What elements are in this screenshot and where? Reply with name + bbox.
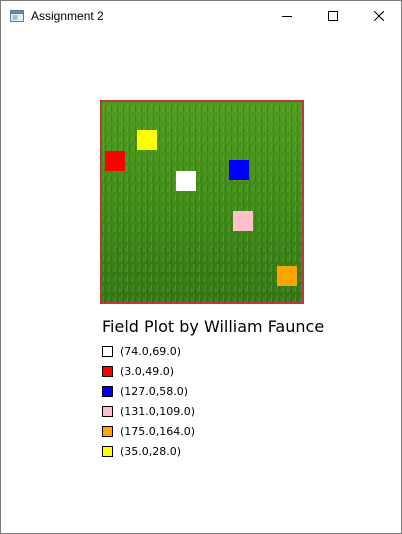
field-plot (100, 100, 304, 304)
legend-swatch (102, 365, 113, 377)
window-title: Assignment 2 (31, 9, 104, 23)
legend-item: (131.0,109.0) (102, 401, 195, 421)
maximize-button[interactable] (310, 1, 356, 31)
legend-item: (175.0,164.0) (102, 421, 195, 441)
title-bar[interactable]: Assignment 2 (1, 1, 401, 31)
plot-marker (229, 160, 249, 180)
plot-marker (105, 151, 125, 171)
legend-label: (175.0,164.0) (120, 424, 196, 438)
legend-item: (127.0,58.0) (102, 381, 195, 401)
minimize-button[interactable] (264, 1, 310, 31)
legend: (74.0,69.0) (3.0,49.0) (127.0,58.0) (131.0,… (102, 341, 195, 461)
maximize-icon (328, 11, 338, 21)
close-icon (374, 11, 384, 21)
app-window: Assignment 2 Field Plot by William Faunc… (0, 0, 402, 534)
legend-label: (3.0,49.0) (120, 364, 175, 378)
grass-field-image (102, 102, 302, 302)
legend-item: (35.0,28.0) (102, 441, 195, 461)
plot-title: Field Plot by William Faunce (102, 317, 325, 336)
legend-swatch (102, 405, 113, 417)
legend-item: (74.0,69.0) (102, 341, 195, 361)
app-window-icon (10, 10, 24, 22)
plot-marker (233, 211, 253, 231)
legend-label: (35.0,28.0) (120, 444, 182, 458)
legend-label: (74.0,69.0) (120, 344, 182, 358)
legend-swatch (102, 345, 113, 357)
minimize-icon (282, 16, 292, 17)
plot-marker (176, 171, 196, 191)
plot-marker (277, 266, 297, 286)
plot-marker (137, 130, 157, 150)
close-button[interactable] (356, 1, 402, 31)
legend-item: (3.0,49.0) (102, 361, 195, 381)
legend-swatch (102, 425, 113, 437)
legend-label: (131.0,109.0) (120, 404, 196, 418)
legend-swatch (102, 445, 113, 457)
legend-swatch (102, 385, 113, 397)
legend-label: (127.0,58.0) (120, 384, 189, 398)
